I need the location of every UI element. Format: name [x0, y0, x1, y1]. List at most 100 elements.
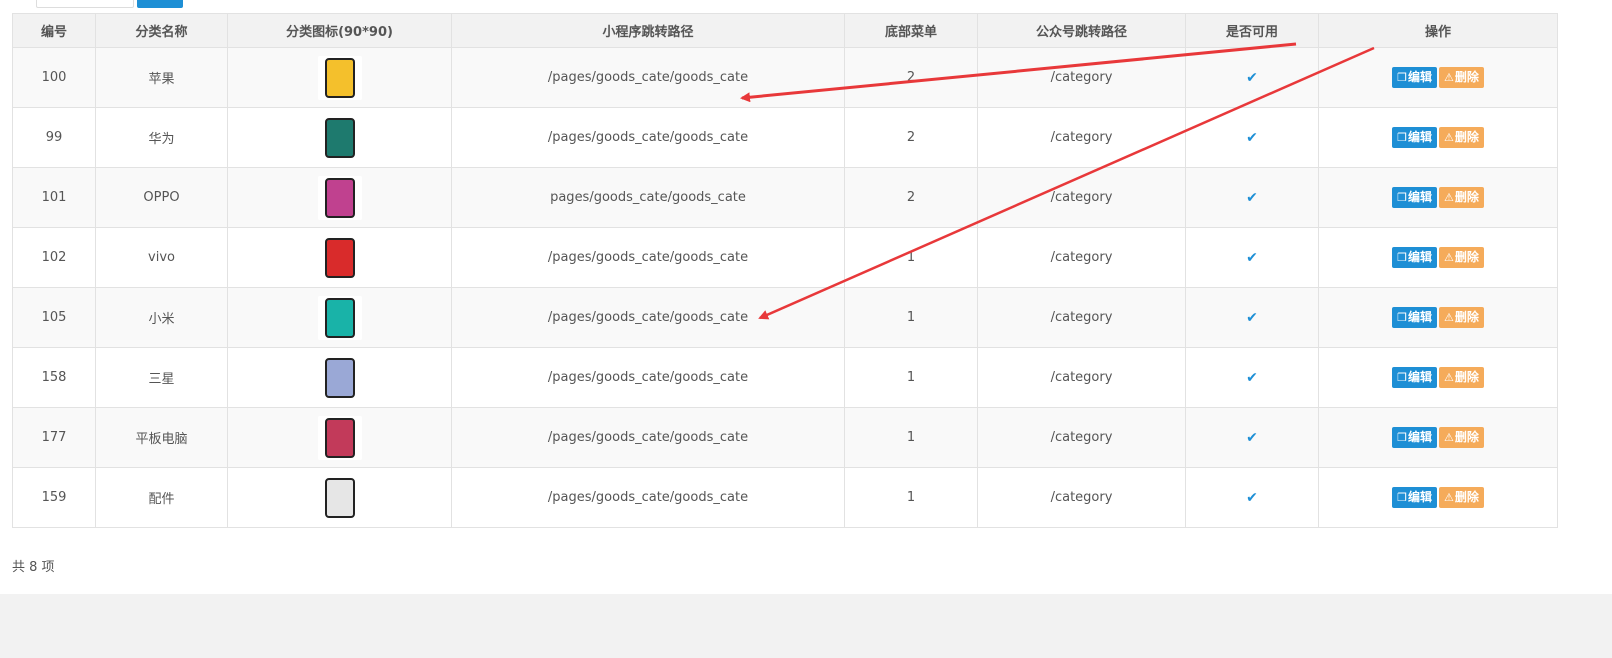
copy-icon: ❐: [1397, 431, 1407, 444]
cell-actions: ❐编辑 ⚠删除: [1318, 287, 1558, 348]
cell-id: 159: [12, 467, 96, 528]
cell-mp-path: /category: [977, 347, 1186, 408]
header-icon: 分类图标(90*90): [227, 13, 452, 48]
cell-id: 101: [12, 167, 96, 228]
phone-teal-icon: [317, 295, 362, 340]
delete-button[interactable]: ⚠删除: [1439, 127, 1484, 148]
cell-icon: [227, 347, 452, 408]
edit-button[interactable]: ❐编辑: [1392, 127, 1437, 148]
delete-label: 删除: [1454, 490, 1479, 504]
copy-icon: ❐: [1397, 311, 1407, 324]
warning-icon: ⚠: [1444, 311, 1454, 324]
cell-icon: [227, 167, 452, 228]
header-mp-path: 公众号跳转路径: [977, 13, 1186, 48]
check-icon: ✔: [1246, 129, 1258, 146]
cell-mini-path: /pages/goods_cate/goods_cate: [451, 47, 845, 108]
cell-name: 华为: [95, 107, 228, 168]
delete-button[interactable]: ⚠删除: [1439, 367, 1484, 388]
delete-button[interactable]: ⚠删除: [1439, 247, 1484, 268]
header-actions: 操作: [1318, 13, 1558, 48]
category-table: 编号 分类名称 分类图标(90*90) 小程序跳转路径 底部菜单 公众号跳转路径…: [12, 13, 1558, 528]
edit-label: 编辑: [1407, 190, 1432, 204]
cell-id: 100: [12, 47, 96, 108]
cell-bottom-menu: 2: [844, 107, 978, 168]
cell-id: 99: [12, 107, 96, 168]
cell-mp-path: /category: [977, 227, 1186, 288]
cell-name: vivo: [95, 227, 228, 288]
delete-label: 删除: [1454, 430, 1479, 444]
cell-name: 三星: [95, 347, 228, 408]
table-row: 101 OPPO pages/goods_cate/goods_cate 2/cate…: [12, 167, 1558, 228]
delete-label: 删除: [1454, 250, 1479, 264]
header-mini-path: 小程序跳转路径: [451, 13, 845, 48]
cell-enabled: ✔: [1185, 227, 1319, 288]
cell-mini-path: pages/goods_cate/goods_cate: [451, 167, 845, 228]
edit-label: 编辑: [1407, 370, 1432, 384]
edit-button[interactable]: ❐编辑: [1392, 487, 1437, 508]
edit-label: 编辑: [1407, 70, 1432, 84]
search-button[interactable]: [137, 0, 183, 8]
search-input[interactable]: [36, 0, 134, 8]
cell-enabled: ✔: [1185, 467, 1319, 528]
delete-label: 删除: [1454, 370, 1479, 384]
cell-enabled: ✔: [1185, 107, 1319, 168]
table-row: 105 小米/pages/goods_cate/goods_cate 1/categ…: [12, 287, 1558, 348]
cell-actions: ❐编辑 ⚠删除: [1318, 167, 1558, 228]
edit-button[interactable]: ❐编辑: [1392, 307, 1437, 328]
edit-button[interactable]: ❐编辑: [1392, 427, 1437, 448]
phone-green-icon: [317, 115, 362, 160]
edit-button[interactable]: ❐编辑: [1392, 67, 1437, 88]
cell-enabled: ✔: [1185, 47, 1319, 108]
cell-mp-path: /category: [977, 47, 1186, 108]
cell-enabled: ✔: [1185, 167, 1319, 228]
delete-button[interactable]: ⚠删除: [1439, 487, 1484, 508]
delete-label: 删除: [1454, 70, 1479, 84]
delete-button[interactable]: ⚠删除: [1439, 307, 1484, 328]
phone-gradient-icon: [317, 175, 362, 220]
cell-mini-path: /pages/goods_cate/goods_cate: [451, 347, 845, 408]
edit-label: 编辑: [1407, 490, 1432, 504]
header-name: 分类名称: [95, 13, 228, 48]
delete-button[interactable]: ⚠删除: [1439, 67, 1484, 88]
tablet-icon: [317, 415, 362, 460]
edit-label: 编辑: [1407, 130, 1432, 144]
charger-icon: [317, 475, 362, 520]
cell-icon: [227, 467, 452, 528]
cell-actions: ❐编辑 ⚠删除: [1318, 347, 1558, 408]
cell-icon: [227, 227, 452, 288]
cell-icon: [227, 407, 452, 468]
cell-enabled: ✔: [1185, 287, 1319, 348]
header-enabled: 是否可用: [1185, 13, 1319, 48]
total-count: 共 8 项: [12, 560, 55, 575]
cell-bottom-menu: 1: [844, 227, 978, 288]
edit-button[interactable]: ❐编辑: [1392, 367, 1437, 388]
edit-button[interactable]: ❐编辑: [1392, 247, 1437, 268]
cell-bottom-menu: 1: [844, 467, 978, 528]
cell-bottom-menu: 1: [844, 407, 978, 468]
cell-name: 苹果: [95, 47, 228, 108]
warning-icon: ⚠: [1444, 371, 1454, 384]
delete-button[interactable]: ⚠删除: [1439, 187, 1484, 208]
warning-icon: ⚠: [1444, 131, 1454, 144]
cell-mini-path: /pages/goods_cate/goods_cate: [451, 407, 845, 468]
cell-mp-path: /category: [977, 467, 1186, 528]
cell-icon: [227, 287, 452, 348]
delete-button[interactable]: ⚠删除: [1439, 427, 1484, 448]
cell-mp-path: /category: [977, 407, 1186, 468]
cell-actions: ❐编辑 ⚠删除: [1318, 47, 1558, 108]
cell-mp-path: /category: [977, 287, 1186, 348]
table-header-row: 编号 分类名称 分类图标(90*90) 小程序跳转路径 底部菜单 公众号跳转路径…: [12, 13, 1558, 48]
edit-button[interactable]: ❐编辑: [1392, 187, 1437, 208]
warning-icon: ⚠: [1444, 251, 1454, 264]
warning-icon: ⚠: [1444, 191, 1454, 204]
check-icon: ✔: [1246, 249, 1258, 266]
cell-actions: ❐编辑 ⚠删除: [1318, 467, 1558, 528]
cell-mini-path: /pages/goods_cate/goods_cate: [451, 287, 845, 348]
header-id: 编号: [12, 13, 96, 48]
check-icon: ✔: [1246, 429, 1258, 446]
table-row: 159 配件/pages/goods_cate/goods_cate 1/categ…: [12, 467, 1558, 528]
check-icon: ✔: [1246, 309, 1258, 326]
cell-mini-path: /pages/goods_cate/goods_cate: [451, 467, 845, 528]
copy-icon: ❐: [1397, 251, 1407, 264]
cell-id: 102: [12, 227, 96, 288]
